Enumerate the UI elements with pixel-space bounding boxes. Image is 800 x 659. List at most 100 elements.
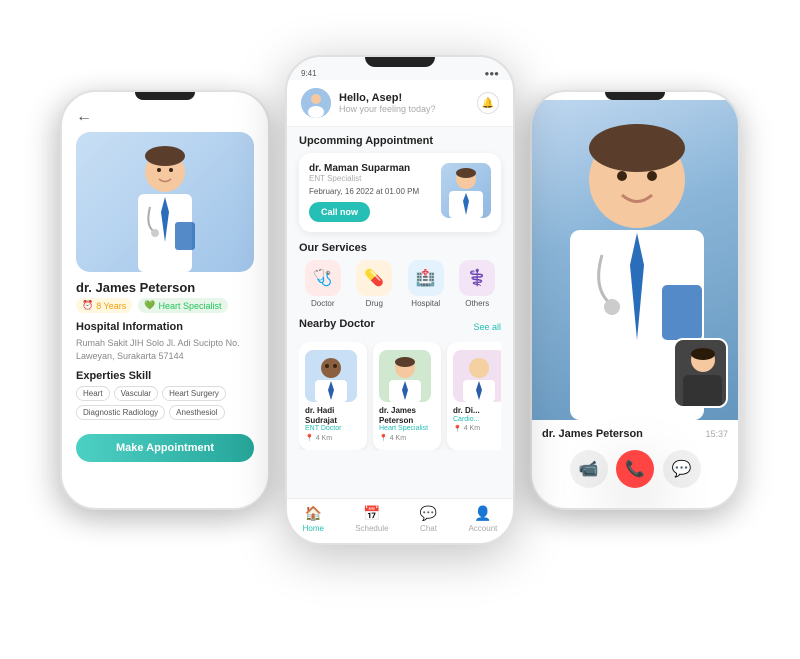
- nearby-list: dr. Hadi Sudrajat ENT Doctor 📍 4 Km: [299, 342, 501, 450]
- nearby-card-1[interactable]: dr. Hadi Sudrajat ENT Doctor 📍 4 Km: [299, 342, 367, 450]
- nav-schedule-label: Schedule: [355, 524, 388, 533]
- center-phone: 9:41 ●●● Hello, Asep! How your feeling t…: [285, 55, 515, 545]
- hospital-section-title: Hospital Information: [76, 321, 254, 333]
- sub-greeting: How your feeling today?: [339, 104, 477, 114]
- nav-chat-label: Chat: [420, 524, 437, 533]
- left-notch: [135, 92, 195, 100]
- make-appointment-button[interactable]: Make Appointment: [76, 434, 254, 462]
- skills-list: Heart Vascular Heart Surgery Diagnostic …: [76, 386, 254, 420]
- drug-service-label: Drug: [366, 299, 383, 308]
- greeting: Hello, Asep!: [339, 92, 477, 104]
- appointment-specialty: ENT Specialist: [309, 174, 433, 183]
- bottom-nav: 🏠 Home 📅 Schedule 💬 Chat 👤 Account: [287, 498, 513, 543]
- expertise-section-title: Experties Skill: [76, 370, 254, 382]
- nav-account-label: Account: [468, 524, 497, 533]
- user-avatar: [301, 88, 331, 118]
- service-hospital[interactable]: 🏥 Hospital: [402, 260, 450, 308]
- nearby-doctor-3-name: dr. Di...: [453, 406, 501, 416]
- nearby-doctor-2-dist: 📍 4 Km: [379, 434, 435, 442]
- scene: ←: [0, 0, 800, 659]
- right-phone: dr. James Peterson 15:37 📹 💬 📞: [530, 90, 740, 510]
- avatar-icon: [301, 88, 331, 118]
- inset-call-photo: [673, 338, 728, 408]
- service-drug[interactable]: 💊 Drug: [351, 260, 399, 308]
- nearby-doctor-1-dist: 📍 4 Km: [305, 434, 361, 442]
- notification-bell[interactable]: 🔔: [477, 92, 499, 114]
- see-all-link[interactable]: See all: [473, 322, 501, 332]
- doctor-illustration-left: [120, 142, 210, 272]
- appointment-info: dr. Maman Suparman ENT Specialist Februa…: [309, 163, 433, 222]
- status-bar: 9:41 ●●●: [287, 67, 513, 80]
- nearby-header: Nearby Doctor See all: [299, 318, 501, 336]
- appointment-doctor-illustration: [441, 163, 491, 218]
- doctor-service-icon: 🩺: [305, 260, 341, 296]
- nearby-doctor-2-photo: [379, 350, 431, 402]
- nearby-doctor-2-name: dr. James Peterson: [379, 406, 435, 425]
- nav-account[interactable]: 👤 Account: [468, 505, 497, 533]
- nav-home-label: Home: [303, 524, 324, 533]
- nearby-card-3[interactable]: dr. Di... Cardio... 📍 4 Km: [447, 342, 501, 450]
- nearby-doc3-illustration: [453, 350, 501, 402]
- others-service-icon: ⚕️: [459, 260, 495, 296]
- nav-schedule[interactable]: 📅 Schedule: [355, 505, 388, 533]
- left-phone: ←: [60, 90, 270, 510]
- hospital-service-icon: 🏥: [408, 260, 444, 296]
- drug-service-icon: 💊: [356, 260, 392, 296]
- back-button[interactable]: ←: [76, 108, 254, 126]
- call-time: 15:37: [705, 429, 728, 439]
- right-notch: [605, 92, 665, 100]
- nav-chat[interactable]: 💬 Chat: [420, 505, 437, 533]
- nearby-doctor-3-photo: [453, 350, 501, 402]
- call-doctor-name: dr. James Peterson: [542, 428, 643, 440]
- home-icon: 🏠: [305, 505, 322, 522]
- header: Hello, Asep! How your feeling today? 🔔: [287, 80, 513, 127]
- doctor-service-label: Doctor: [311, 299, 335, 308]
- skill-vascular: Vascular: [114, 386, 159, 401]
- nearby-card-2[interactable]: dr. James Peterson Heart Specialist 📍 4 …: [373, 342, 441, 450]
- services-section-title: Our Services: [299, 242, 501, 254]
- nearby-doctor-1-spec: ENT Doctor: [305, 425, 361, 432]
- left-badges: ⏰ 8 Years 💚 Heart Specialist: [76, 298, 254, 313]
- schedule-icon: 📅: [363, 505, 380, 522]
- others-service-label: Others: [465, 299, 489, 308]
- hospital-service-label: Hospital: [411, 299, 440, 308]
- hospital-info: Rumah Sakit JIH Solo Jl. Adi Sucipto No.…: [76, 337, 254, 362]
- header-text: Hello, Asep! How your feeling today?: [339, 92, 477, 114]
- account-icon: 👤: [474, 505, 491, 522]
- service-others[interactable]: ⚕️ Others: [454, 260, 502, 308]
- right-phone-bottom-bar: dr. James Peterson 15:37 📹 💬 📞: [532, 420, 738, 496]
- nearby-doctor-1-name: dr. Hadi Sudrajat: [305, 406, 361, 425]
- appointment-section-title: Upcomming Appointment: [299, 135, 501, 147]
- doctor-photo-left: [76, 132, 254, 272]
- appointment-date: February, 16 2022 at 01.00 PM: [309, 187, 433, 196]
- end-call-button[interactable]: 📞: [616, 450, 654, 488]
- nearby-doc2-illustration: [379, 350, 431, 402]
- skill-radiology: Diagnostic Radiology: [76, 405, 165, 420]
- nav-home[interactable]: 🏠 Home: [303, 505, 324, 533]
- call-action-buttons: 📹 💬 📞: [542, 450, 728, 488]
- skill-surgery: Heart Surgery: [162, 386, 226, 401]
- skill-heart: Heart: [76, 386, 110, 401]
- nearby-section-title: Nearby Doctor: [299, 318, 375, 330]
- center-notch: [365, 57, 435, 67]
- call-doctor-row: dr. James Peterson 15:37: [542, 428, 728, 440]
- center-body: Upcomming Appointment dr. Maman Suparman…: [287, 127, 513, 458]
- appointment-doctor-name: dr. Maman Suparman: [309, 163, 433, 174]
- nearby-doctor-3-dist: 📍 4 Km: [453, 425, 501, 433]
- left-doctor-name: dr. James Peterson: [76, 280, 254, 295]
- nearby-doctor-1-photo: [305, 350, 357, 402]
- skill-anesthesia: Anesthesiol: [169, 405, 224, 420]
- services-grid: 🩺 Doctor 💊 Drug 🏥 Hospital ⚕️ Others: [299, 260, 501, 308]
- video-button[interactable]: 📹: [570, 450, 608, 488]
- appointment-card: dr. Maman Suparman ENT Specialist Februa…: [299, 153, 501, 232]
- call-now-button[interactable]: Call now: [309, 202, 370, 222]
- chat-button[interactable]: 💬: [663, 450, 701, 488]
- nearby-doc1-illustration: [305, 350, 357, 402]
- service-doctor[interactable]: 🩺 Doctor: [299, 260, 347, 308]
- nearby-doctor-3-spec: Cardio...: [453, 416, 501, 423]
- inset-person-illustration: [675, 340, 728, 408]
- badge-years: ⏰ 8 Years: [76, 298, 132, 313]
- video-call-bg: [532, 100, 738, 420]
- nearby-doctor-2-spec: Heart Specialist: [379, 425, 435, 432]
- badge-specialty: 💚 Heart Specialist: [138, 298, 227, 313]
